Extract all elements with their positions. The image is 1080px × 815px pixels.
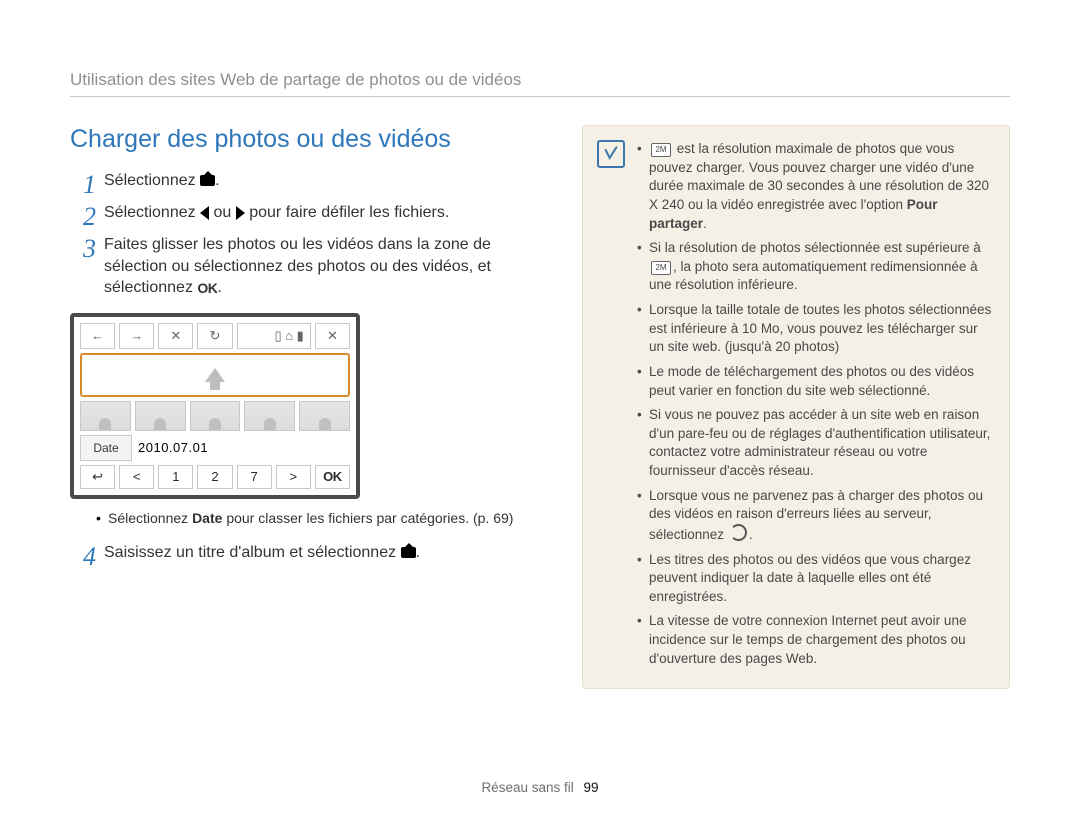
resolution-2m-icon: 2M xyxy=(651,261,671,275)
step-number: 1 xyxy=(70,170,96,198)
section-title: Charger des photos ou des vidéos xyxy=(70,125,540,154)
sub-instruction-list: Sélectionnez Date pour classer les fichi… xyxy=(70,509,540,529)
step-2-text-c: pour faire défiler les fichiers. xyxy=(249,204,449,221)
sub-instruction: Sélectionnez Date pour classer les fichi… xyxy=(96,509,540,529)
note-6a: Lorsque vous ne parvenez pas à charger d… xyxy=(649,488,983,542)
thumbnail xyxy=(299,401,350,431)
subnote-a: Sélectionnez xyxy=(108,510,188,526)
thumbnail xyxy=(190,401,241,431)
resolution-2m-icon: 2M xyxy=(651,143,671,157)
step-1-text: Sélectionnez xyxy=(104,172,196,189)
upload-icon xyxy=(200,175,215,186)
note-box: 2M est la résolution maximale de photos … xyxy=(582,125,1010,689)
screen-drop-area xyxy=(80,353,350,397)
thumbnail xyxy=(135,401,186,431)
note-item: Le mode de téléchargement des photos ou … xyxy=(637,363,993,400)
step-4: 4 Saisissez un titre d'album et sélectio… xyxy=(70,542,540,570)
arrow-left-icon xyxy=(200,206,209,220)
screen-refresh-icon: ↻ xyxy=(197,323,232,349)
screen-thumbnail-row xyxy=(80,401,350,431)
note-item: Si vous ne pouvez pas accéder à un site … xyxy=(637,406,993,481)
screen-page: 7 xyxy=(237,465,272,489)
thumbnail xyxy=(80,401,131,431)
note-2b: , la photo sera automatiquement redimens… xyxy=(649,259,978,293)
screen-exit-icon: ✕ xyxy=(315,323,350,349)
upload-icon xyxy=(401,547,416,558)
step-number: 4 xyxy=(70,542,96,570)
screen-nav-row: ↩ < 1 2 7 > OK xyxy=(80,465,350,489)
date-button: Date xyxy=(80,435,132,461)
subnote-c: pour classer les fichiers par catégories… xyxy=(226,510,513,526)
step-number: 3 xyxy=(70,234,96,299)
note-item: 2M est la résolution maximale de photos … xyxy=(637,140,993,233)
content-columns: Charger des photos ou des vidéos 1 Sélec… xyxy=(70,125,1010,689)
footer-section: Réseau sans fil xyxy=(481,780,573,795)
screen-ok-button: OK xyxy=(315,465,350,489)
running-header: Utilisation des sites Web de partage de … xyxy=(70,70,1010,97)
screen-page: 1 xyxy=(158,465,193,489)
note-item: Si la résolution de photos sélectionnée … xyxy=(637,239,993,295)
screen-back-icon: ← xyxy=(80,323,115,349)
note-item: Lorsque vous ne parvenez pas à charger d… xyxy=(637,487,993,545)
step-2: 2 Sélectionnez ou pour faire défiler les… xyxy=(70,202,540,230)
footer-page-number: 99 xyxy=(584,780,599,795)
screen-date-row: Date 2010.07.01 xyxy=(80,435,350,461)
note-1c: . xyxy=(703,216,707,231)
screen-top-row: ← → ✕ ↻ ▯ ⌂ ▮ ✕ xyxy=(80,323,350,349)
date-value: 2010.07.01 xyxy=(138,440,208,455)
note-2a: Si la résolution de photos sélectionnée … xyxy=(649,240,981,255)
step-2-text-b: ou xyxy=(214,204,232,221)
note-item: La vitesse de votre connexion Internet p… xyxy=(637,612,993,668)
refresh-icon xyxy=(730,524,747,541)
arrow-right-icon xyxy=(236,206,245,220)
screen-prev-icon: < xyxy=(119,465,154,489)
step-4-text: Saisissez un titre d'album et sélectionn… xyxy=(104,544,396,561)
step-number: 2 xyxy=(70,202,96,230)
screen-status-area: ▯ ⌂ ▮ xyxy=(237,323,311,349)
screen-page: 2 xyxy=(197,465,232,489)
step-3: 3 Faites glisser les photos ou les vidéo… xyxy=(70,234,540,299)
step-2-text-a: Sélectionnez xyxy=(104,204,196,221)
screen-close-icon: ✕ xyxy=(158,323,193,349)
thumbnail xyxy=(244,401,295,431)
page-footer: Réseau sans fil 99 xyxy=(0,780,1080,795)
note-item: Les titres des photos ou des vidéos que … xyxy=(637,551,993,607)
camera-screen-illustration: ← → ✕ ↻ ▯ ⌂ ▮ ✕ Date 2010.07.01 xyxy=(70,313,360,499)
upload-arrow-icon xyxy=(205,368,225,382)
note-info-icon xyxy=(597,140,625,168)
subnote-b: Date xyxy=(192,510,222,526)
step-3-text: Faites glisser les photos ou les vidéos … xyxy=(104,236,491,296)
right-column: 2M est la résolution maximale de photos … xyxy=(582,125,1010,689)
note-6b: . xyxy=(749,527,753,542)
left-column: Charger des photos ou des vidéos 1 Sélec… xyxy=(70,125,540,689)
screen-forward-icon: → xyxy=(119,323,154,349)
note-item: Lorsque la taille totale de toutes les p… xyxy=(637,301,993,357)
screen-next-icon: > xyxy=(276,465,311,489)
screen-return-icon: ↩ xyxy=(80,465,115,489)
step-1: 1 Sélectionnez . xyxy=(70,170,540,198)
ok-icon: OK xyxy=(197,279,217,298)
